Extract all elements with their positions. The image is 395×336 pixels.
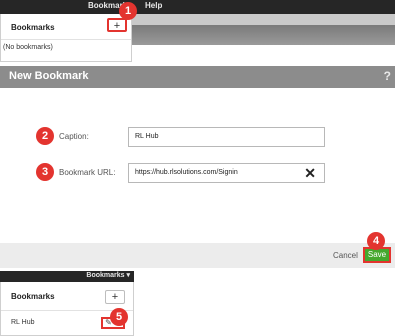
dialog-footer: Cancel Save [0, 243, 395, 268]
empty-bookmarks-text: (No bookmarks) [3, 44, 53, 51]
add-bookmark-button[interactable]: + [105, 290, 125, 304]
bookmarks-menu-open[interactable]: Bookmarks ▾ [86, 271, 130, 279]
step-badge-5: 5 [110, 308, 128, 326]
dialog-title: New Bookmark [9, 70, 89, 82]
dialog-header: New Bookmark ? [0, 66, 395, 88]
bookmark-url-value: https://hub.rlsolutions.com/Signin [135, 169, 238, 176]
dropdown-header: Bookmarks [11, 23, 55, 32]
bookmark-item[interactable]: RL Hub [11, 319, 34, 326]
help-menu[interactable]: Help [145, 1, 162, 10]
step-badge-1: 1 [119, 2, 137, 20]
cancel-button[interactable]: Cancel [333, 251, 358, 260]
clear-icon[interactable]: ✕ [304, 164, 316, 182]
dropdown-header: Bookmarks [11, 292, 55, 301]
add-bookmark-button[interactable]: + [107, 18, 127, 32]
step-badge-2: 2 [36, 127, 54, 145]
caption-label: Caption: [59, 132, 89, 141]
step-badge-3: 3 [36, 163, 54, 181]
background-strip [132, 14, 395, 25]
background-gradient [132, 25, 395, 45]
bookmarks-dropdown-empty: Bookmarks + (No bookmarks) [0, 14, 132, 62]
dropdown-divider [1, 39, 131, 40]
help-icon[interactable]: ? [384, 69, 391, 83]
caption-input[interactable]: RL Hub [128, 127, 325, 147]
step-badge-4: 4 [367, 232, 385, 250]
top-menu-bar: Bookmarks Help [0, 0, 395, 14]
bottom-menu-bar: Bookmarks ▾ [0, 271, 134, 282]
bookmark-url-input[interactable]: https://hub.rlsolutions.com/Signin ✕ [128, 163, 325, 183]
bookmark-url-label: Bookmark URL: [59, 168, 116, 177]
